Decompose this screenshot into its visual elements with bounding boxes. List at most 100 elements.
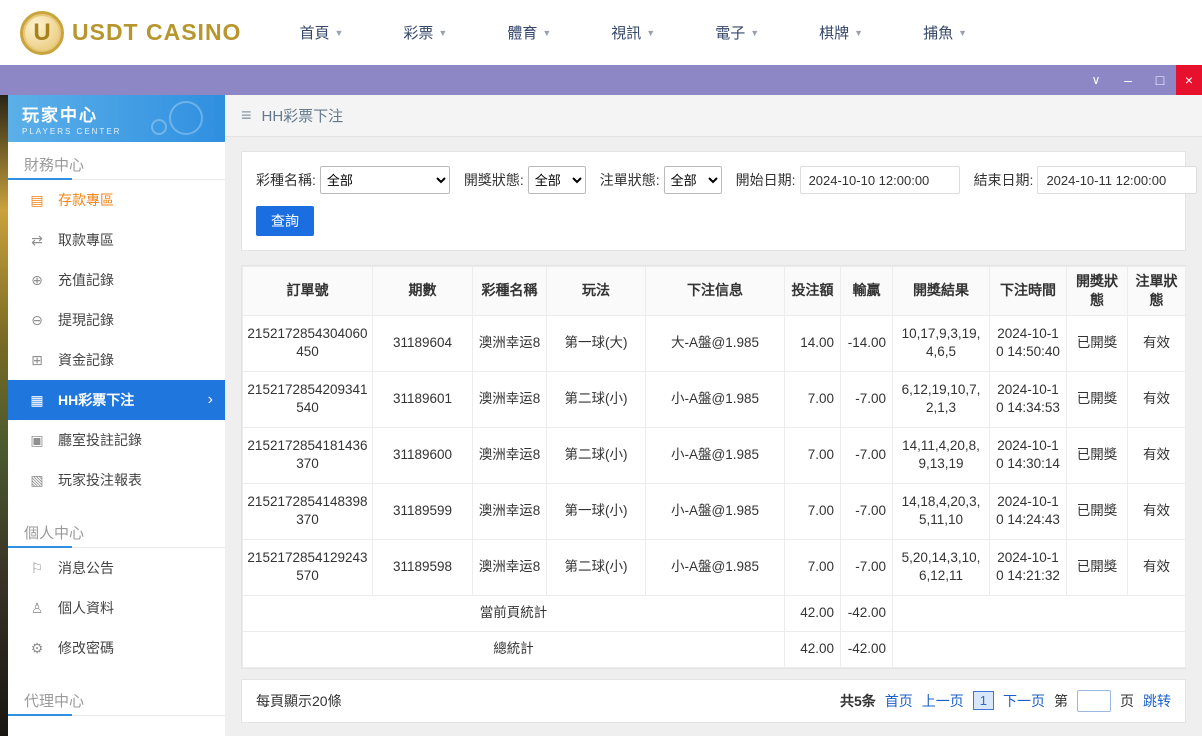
sidebar-item-deposit[interactable]: ▤ 存款專區 <box>8 180 225 220</box>
nav-item-home[interactable]: 首頁 ▼ <box>299 22 343 43</box>
lottery-name-select[interactable]: 全部 <box>319 166 450 194</box>
current-page-button[interactable]: 1 <box>972 691 994 711</box>
cell-amount: 7.00 <box>784 426 841 484</box>
menu-toggle-icon[interactable]: ≡ <box>241 105 252 126</box>
cell-order-status: 有效 <box>1127 314 1186 372</box>
sidebar-item-change-password[interactable]: ⚙ 修改密碼 <box>8 628 225 668</box>
cell-play: 第二球(小) <box>546 370 646 428</box>
cell-bet-info: 小-A盤@1.985 <box>645 426 785 484</box>
cell-result: 5,20,14,3,10,6,12,11 <box>892 538 990 596</box>
nav-item-sports[interactable]: 體育 ▼ <box>507 22 551 43</box>
cell-result: 10,17,9,3,19,4,6,5 <box>892 314 990 372</box>
main-area: ≡ HH彩票下注 彩種名稱: 全部 開獎狀態: 全部 注單狀態: 全部 開始日期… <box>225 95 1202 736</box>
grand-summary-winloss: -42.00 <box>840 630 893 668</box>
search-button[interactable]: 查詢 <box>256 206 314 236</box>
cell-bet-info: 小-A盤@1.985 <box>645 482 785 540</box>
col-result: 開獎結果 <box>892 266 990 316</box>
sidebar-item-hh-lottery-bets[interactable]: ▦ HH彩票下注 › <box>8 380 225 420</box>
page-summary-amount: 42.00 <box>784 594 841 632</box>
total-count-label: 共5条 <box>839 692 876 709</box>
window-collapse-icon[interactable]: ∨ <box>1080 65 1112 95</box>
page-jump-input[interactable] <box>1077 689 1111 712</box>
sidebar-item-announcements[interactable]: ⚐ 消息公告 <box>8 548 225 588</box>
section-title-agent: 代理中心 <box>8 686 225 716</box>
chevron-down-icon: ▼ <box>854 27 864 38</box>
table-row: 2152172854148398370 31189599 澳洲幸运8 第一球(小… <box>242 482 1186 540</box>
draw-status-select[interactable]: 全部 <box>527 166 586 194</box>
sidebar-item-label: 廳室投註記錄 <box>58 432 142 448</box>
section-accent <box>8 178 72 180</box>
sidebar-section-agent: 代理中心 <box>8 678 225 716</box>
cell-amount: 14.00 <box>784 314 841 372</box>
sidebar-item-withdraw[interactable]: ⇄ 取款專區 <box>8 220 225 260</box>
pagination: 共5条 首页 上一页 1 下一页 第 页 跳转 <box>839 689 1171 712</box>
cell-draw-status: 已開獎 <box>1066 426 1128 484</box>
sidebar-item-profile[interactable]: ♙ 個人資料 <box>8 588 225 628</box>
chevron-right-icon: › <box>207 391 213 408</box>
cell-order-id: 2152172854148398370 <box>242 482 373 540</box>
topup-record-icon: ⊕ <box>31 271 43 288</box>
window-maximize-button[interactable]: □ <box>1144 65 1176 95</box>
cell-order-id: 2152172854209341540 <box>242 370 373 428</box>
cell-bet-info: 小-A盤@1.985 <box>645 370 785 428</box>
cell-lottery: 澳洲幸运8 <box>472 314 547 372</box>
cell-win-loss: -7.00 <box>840 538 893 596</box>
usdt-casino-logo-icon: U <box>20 10 64 55</box>
end-date-label: 結束日期: <box>973 172 1034 188</box>
table-row: 2152172854129243570 31189598 澳洲幸运8 第二球(小… <box>242 538 1186 596</box>
sidebar-item-player-bet-report[interactable]: ▧ 玩家投注報表 <box>8 460 225 500</box>
cell-amount: 7.00 <box>784 538 841 596</box>
sidebar-section-personal: 個人中心 ⚐ 消息公告 ♙ 個人資料 ⚙ 修改密碼 <box>8 510 225 668</box>
sidebar-item-label: 資金記錄 <box>58 352 114 368</box>
cell-draw-status: 已開獎 <box>1066 482 1128 540</box>
nav-item-live-video[interactable]: 視訊 ▼ <box>611 22 655 43</box>
sidebar-item-label: 修改密碼 <box>58 640 114 656</box>
start-date-label: 開始日期: <box>735 172 796 188</box>
lottery-bets-icon: ▦ <box>30 391 44 408</box>
first-page-link[interactable]: 首页 <box>885 691 913 711</box>
filter-row: 彩種名稱: 全部 開獎狀態: 全部 注單狀態: 全部 開始日期: 2024-10… <box>256 166 1198 194</box>
cell-bet-time: 2024-10-10 14:50:40 <box>989 314 1067 372</box>
cell-win-loss: -7.00 <box>840 426 893 484</box>
cell-win-loss: -14.00 <box>840 314 893 372</box>
nav-item-board-games[interactable]: 棋牌 ▼ <box>819 22 863 43</box>
brand: U USDT CASINO <box>20 10 241 55</box>
cell-order-status: 有效 <box>1127 482 1186 540</box>
col-bet-info: 下注信息 <box>645 266 785 316</box>
top-navigation: 首頁 ▼ 彩票 ▼ 體育 ▼ 視訊 ▼ 電子 ▼ 棋牌 ▼ 捕魚 ▼ <box>299 22 967 43</box>
jump-page-label-pre: 第 <box>1054 692 1068 709</box>
jump-button[interactable]: 跳转 <box>1143 691 1171 711</box>
poker-chip-decor-icon <box>169 101 203 135</box>
window-minimize-button[interactable]: – <box>1112 65 1144 95</box>
sidebar-item-funds-record[interactable]: ⊞ 資金記錄 <box>8 340 225 380</box>
col-order-id: 訂單號 <box>242 266 373 316</box>
start-date-input[interactable] <box>799 166 960 194</box>
order-status-select[interactable]: 全部 <box>663 166 722 194</box>
cell-bet-info: 大-A盤@1.985 <box>645 314 785 372</box>
col-period: 期數 <box>372 266 473 316</box>
end-date-input[interactable] <box>1037 166 1198 194</box>
window-close-button[interactable]: × <box>1176 65 1202 95</box>
sidebar-item-topup-record[interactable]: ⊕ 充值記錄 <box>8 260 225 300</box>
cell-play: 第二球(小) <box>546 538 646 596</box>
nav-item-slots[interactable]: 電子 ▼ <box>715 22 759 43</box>
nav-item-lottery[interactable]: 彩票 ▼ <box>403 22 447 43</box>
prev-page-link[interactable]: 上一页 <box>922 691 964 711</box>
cell-amount: 7.00 <box>784 482 841 540</box>
cell-order-id: 2152172854129243570 <box>242 538 373 596</box>
withdraw-icon: ⇄ <box>31 231 43 248</box>
gear-icon: ⚙ <box>30 639 44 656</box>
col-play: 玩法 <box>546 266 646 316</box>
nav-item-fishing[interactable]: 捕魚 ▼ <box>923 22 967 43</box>
cell-period: 31189599 <box>372 482 473 540</box>
sidebar-item-withdrawal-record[interactable]: ⊖ 提現記錄 <box>8 300 225 340</box>
jump-page-label-post: 页 <box>1120 692 1134 709</box>
announcement-icon: ⚐ <box>30 559 44 576</box>
grand-summary-amount: 42.00 <box>784 630 841 668</box>
next-page-link[interactable]: 下一页 <box>1003 691 1045 711</box>
sidebar-item-room-bet-records[interactable]: ▣ 廳室投註記錄 <box>8 420 225 460</box>
chevron-down-icon: ▼ <box>750 27 760 38</box>
cell-draw-status: 已開獎 <box>1066 370 1128 428</box>
nav-label: 首頁 <box>299 25 330 42</box>
filter-lottery-name: 彩種名稱: 全部 <box>256 166 450 194</box>
